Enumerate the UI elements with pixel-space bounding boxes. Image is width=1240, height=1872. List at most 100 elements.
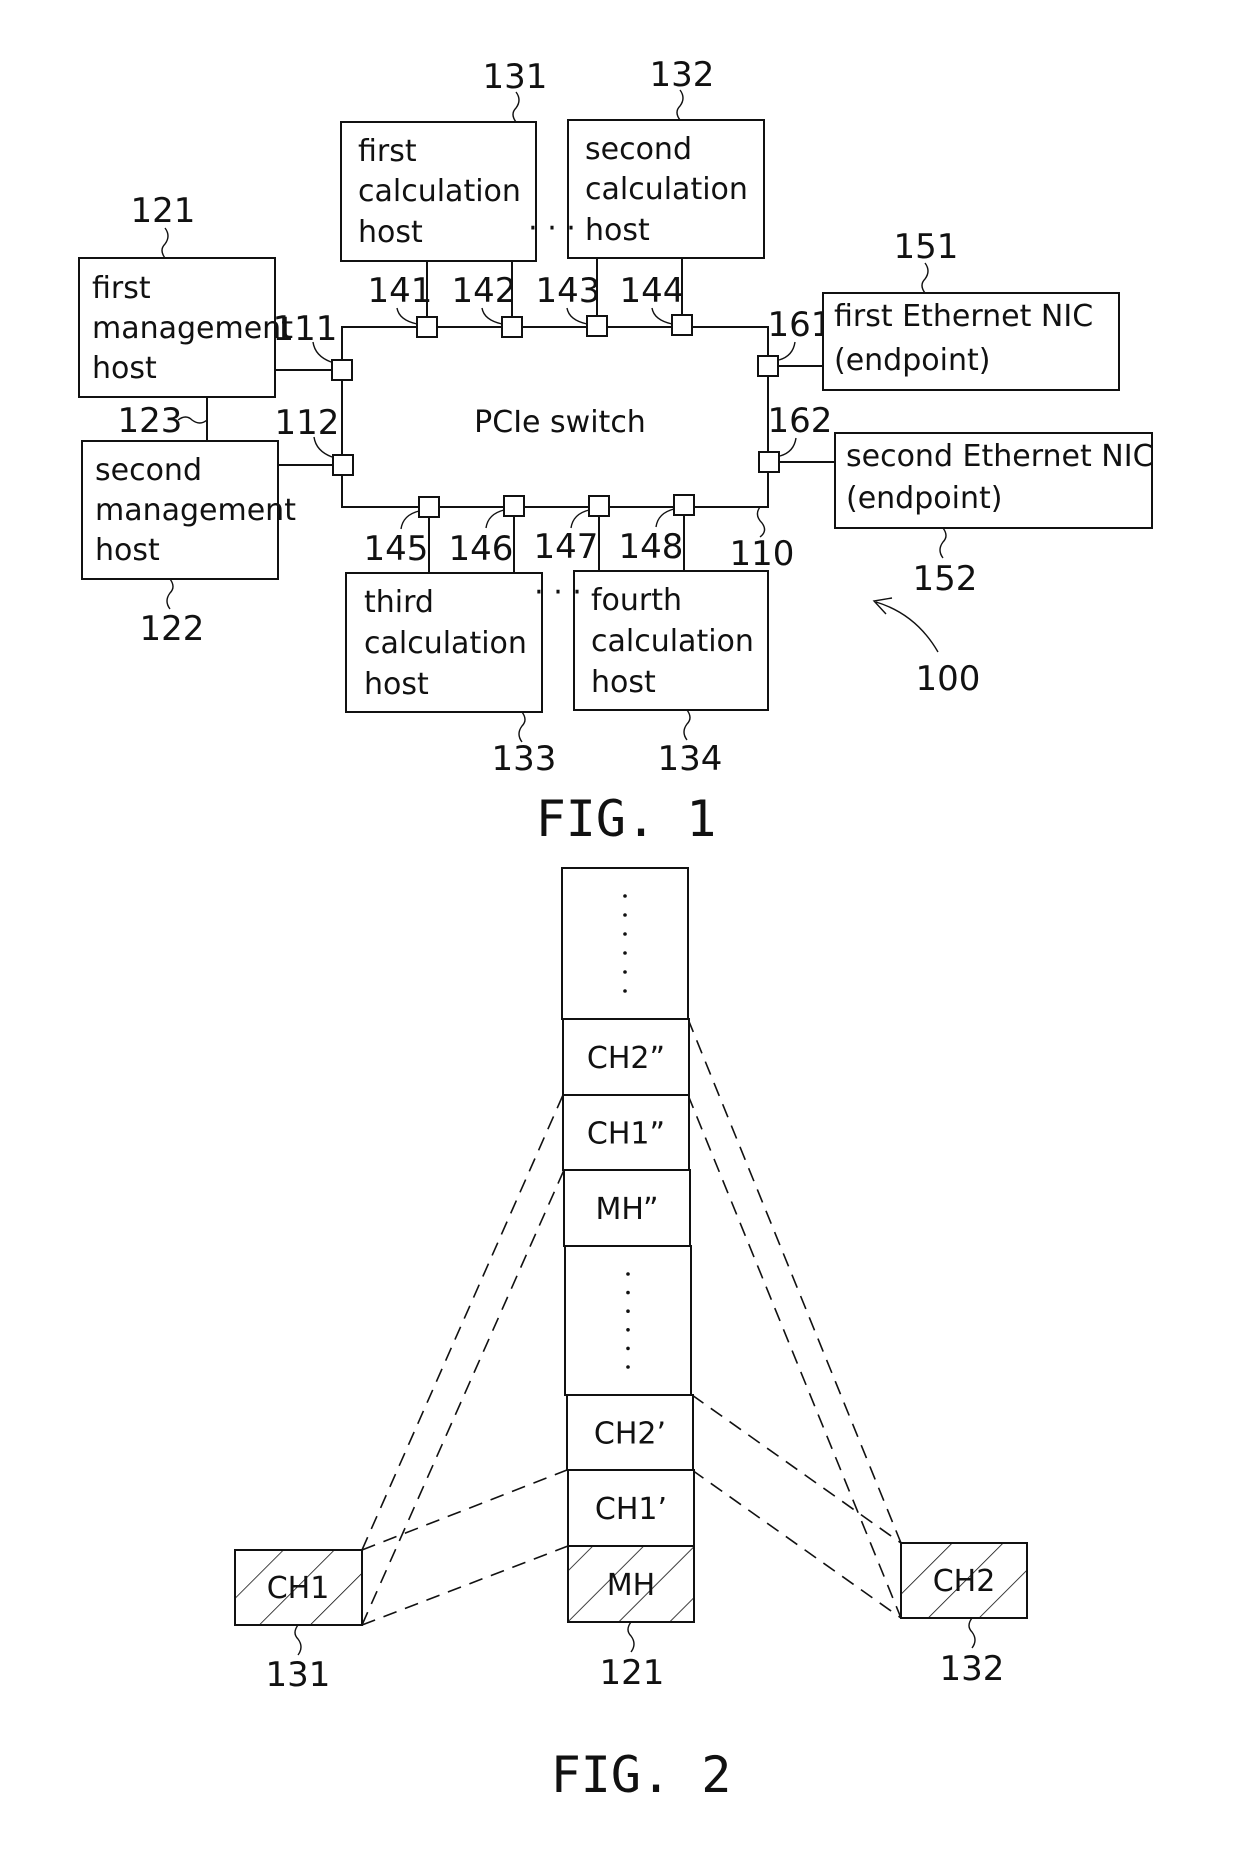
ref-152: 152 — [913, 559, 978, 599]
first-ethernet-nic-line-1: first Ethernet NIC — [834, 299, 1093, 334]
memory-cell: MH” — [563, 1169, 691, 1247]
curved-arrow-icon — [875, 601, 939, 653]
memory-cell: MH — [567, 1545, 695, 1623]
second-management-host: second management host 122 — [81, 440, 296, 649]
port-147 — [588, 495, 610, 517]
port-143 — [586, 315, 608, 337]
second-ethernet-nic-line-1: second Ethernet NIC — [846, 439, 1154, 474]
pcie-switch-label: PCIe switch — [474, 405, 646, 440]
fourth-calculation-host-line-3: host — [591, 665, 656, 700]
ellipsis-top: · · · — [528, 211, 576, 246]
ch1-block: CH1 131 — [234, 1549, 363, 1695]
leader-146 — [485, 509, 505, 529]
memory-cell-label: CH2’ — [594, 1417, 666, 1452]
third-calculation-host-line-3: host — [364, 667, 429, 702]
ref-142: 142 — [452, 271, 517, 311]
port-162 — [758, 451, 780, 473]
first-management-host: first management host 121 — [78, 191, 293, 398]
port-161 — [757, 355, 779, 377]
port-146 — [503, 495, 525, 517]
first-calculation-host: first calculation host 131 — [340, 57, 548, 262]
vertical-ellipsis-dot — [623, 951, 627, 955]
top-ports: 141 142 143 144 — [368, 258, 693, 338]
second-ethernet-nic: second Ethernet NIC (endpoint) 152 — [834, 432, 1154, 599]
first-calculation-host-line-2: calculation — [358, 174, 521, 209]
fig-1-caption: FIG. 1 — [536, 790, 717, 848]
vertical-ellipsis-dot — [623, 989, 627, 993]
port-112 — [332, 454, 354, 476]
leader-110 — [756, 506, 766, 538]
ref-148: 148 — [619, 527, 684, 567]
map-ch2-prime-bottom-to-ch2 — [691, 1469, 902, 1619]
ref-141: 141 — [368, 271, 433, 311]
vertical-ellipsis-dot — [626, 1309, 630, 1313]
ch1-block-label: CH1 — [267, 1571, 330, 1606]
ref-block-132: 132 — [940, 1649, 1005, 1689]
memory-cell-box — [561, 867, 689, 1020]
ref-100: 100 — [916, 659, 981, 699]
vertical-ellipsis-dot — [626, 1346, 630, 1351]
ref-123: 123 — [118, 401, 183, 441]
leader-151 — [921, 262, 929, 294]
system-100-indicator: 100 — [872, 597, 981, 699]
port-141 — [416, 316, 438, 338]
leader-column-121 — [627, 1621, 635, 1653]
map-ch2-double-prime-top-to-ch2 — [687, 1018, 902, 1544]
first-management-host-line-3: host — [92, 351, 157, 386]
first-ethernet-nic-line-2: (endpoint) — [834, 343, 990, 378]
ref-147: 147 — [534, 527, 599, 567]
vertical-ellipsis-dot — [626, 1365, 630, 1369]
port-111 — [331, 359, 353, 381]
memory-cell: CH2” — [562, 1018, 690, 1096]
ref-133: 133 — [492, 739, 557, 779]
first-management-host-line-2: management — [92, 311, 293, 346]
leader-145 — [400, 510, 420, 530]
arrow-head-icon — [872, 597, 893, 615]
third-calculation-host: third calculation host 133 — [345, 572, 557, 779]
second-ethernet-nic-line-2: (endpoint) — [846, 481, 1002, 516]
second-management-host-line-1: second — [95, 453, 202, 488]
leader-134 — [683, 709, 691, 741]
port-145 — [418, 496, 440, 518]
second-calculation-host: second calculation host 132 — [567, 55, 765, 259]
ref-block-131: 131 — [266, 1655, 331, 1695]
leader-148 — [655, 508, 675, 528]
ref-151: 151 — [894, 227, 959, 267]
map-ch2-double-prime-bottom-to-ch2 — [687, 1094, 902, 1619]
map-ch1-to-ch1-double-prime-top — [361, 1094, 564, 1551]
leader-133 — [518, 711, 526, 743]
vertical-ellipsis-dot — [623, 932, 627, 936]
ref-144: 144 — [620, 271, 685, 311]
fig-2-caption: FIG. 2 — [551, 1746, 732, 1804]
memory-cell — [564, 1245, 692, 1396]
memory-cell-label: MH” — [595, 1192, 658, 1227]
port-144 — [671, 314, 693, 336]
second-calculation-host-line-2: calculation — [585, 172, 748, 207]
memory-column-121: CH2” CH1” MH” CH2’ CH1’ MH — [561, 867, 695, 1623]
memory-cell: CH2’ — [566, 1394, 694, 1471]
memory-cell-label: MH — [607, 1568, 655, 1603]
second-management-host-line-3: host — [95, 533, 160, 568]
ref-134: 134 — [658, 739, 723, 779]
ref-132: 132 — [650, 55, 715, 95]
memory-cell-label: CH1’ — [595, 1492, 667, 1527]
leader-152 — [939, 527, 947, 559]
vertical-ellipsis-dot — [626, 1328, 630, 1332]
fourth-calculation-host-line-2: calculation — [591, 624, 754, 659]
first-calculation-host-line-3: host — [358, 215, 423, 250]
second-calculation-host-line-3: host — [585, 213, 650, 248]
ref-110: 110 — [730, 534, 795, 574]
ref-131: 131 — [483, 57, 548, 97]
ref-162: 162 — [768, 401, 833, 441]
ref-112: 112 — [275, 403, 340, 443]
ref-143: 143 — [536, 271, 601, 311]
map-ch1-to-ch1-prime-bottom — [361, 1545, 569, 1626]
vertical-ellipsis-dot — [623, 970, 627, 974]
leader-147 — [570, 509, 590, 529]
ch2-block-label: CH2 — [933, 1564, 996, 1599]
second-calculation-host-line-1: second — [585, 132, 692, 167]
memory-cell-label: CH1” — [587, 1117, 665, 1152]
first-management-host-line-1: first — [92, 271, 151, 306]
memory-cell — [561, 867, 689, 1020]
ellipsis-bottom: · · · — [534, 575, 582, 610]
